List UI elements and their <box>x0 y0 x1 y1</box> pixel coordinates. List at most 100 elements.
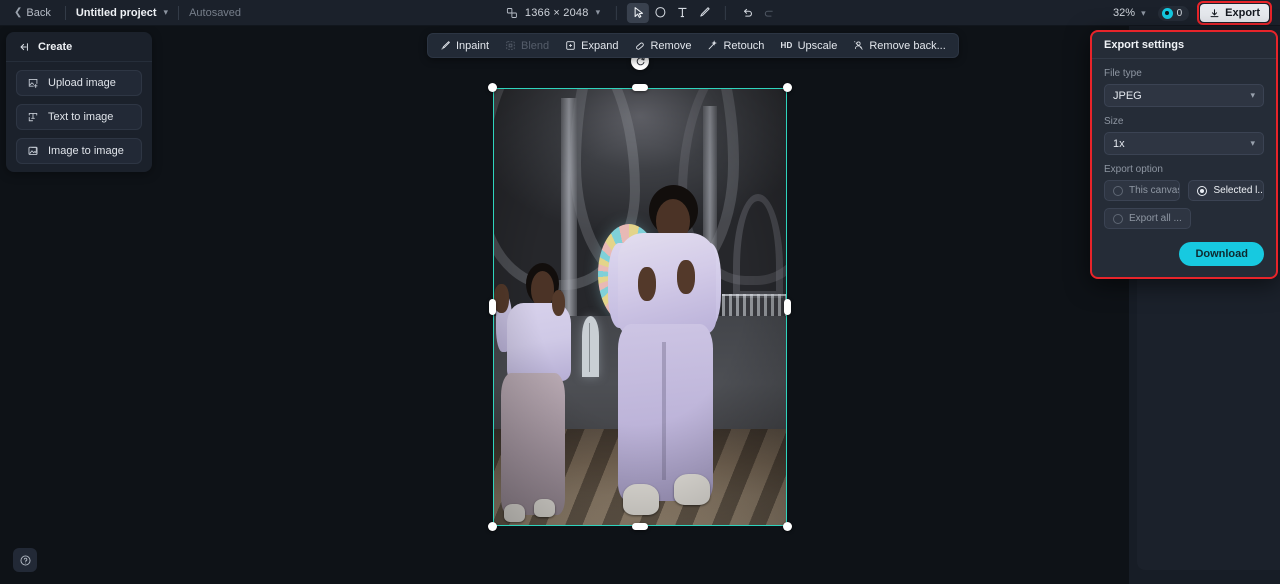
resize-handle-top-right[interactable] <box>783 83 792 92</box>
create-panel-title: Create <box>38 40 73 53</box>
topbar-right-group: 32% ▾ 0 Export <box>1107 0 1272 26</box>
image-editor-app: ❮ Back Untitled project ▾ Autosaved 1366… <box>0 0 1280 584</box>
shoe <box>673 473 710 505</box>
remove-button[interactable]: Remove <box>627 37 698 55</box>
torso <box>618 232 717 335</box>
resize-handle-right[interactable] <box>784 299 791 315</box>
download-icon <box>1209 8 1220 19</box>
remove-background-button[interactable]: Remove back... <box>846 37 952 55</box>
eraser-icon <box>634 40 645 51</box>
shoe <box>503 504 525 523</box>
expand-button[interactable]: Expand <box>558 37 625 55</box>
file-type-select[interactable]: JPEG ▾ <box>1104 84 1264 107</box>
export-settings-header: Export settings <box>1092 32 1276 59</box>
chevron-down-icon: ▾ <box>1250 90 1255 100</box>
radio-icon <box>1113 213 1123 224</box>
canvas-area[interactable]: Inpaint Blend Expand Remove Retouch HD U… <box>0 26 1280 584</box>
this-canvas-label: This canvas <box>1129 185 1181 196</box>
top-toolbar: ❮ Back Untitled project ▾ Autosaved 1366… <box>0 0 1280 26</box>
file-type-value: JPEG <box>1113 89 1142 102</box>
hand <box>676 259 695 294</box>
export-option-export-all[interactable]: Export all ... <box>1104 208 1191 229</box>
help-button[interactable] <box>13 548 37 572</box>
resize-handle-bottom-right[interactable] <box>783 522 792 531</box>
credit-coin-icon <box>1161 7 1173 19</box>
canvas-size-selector[interactable]: 1366 × 2048 ▾ <box>500 7 606 19</box>
resize-handle-top[interactable] <box>632 84 648 91</box>
export-settings-body: File type JPEG ▾ Size 1x ▾ Export option… <box>1092 59 1276 277</box>
export-button-highlight: Export <box>1197 1 1272 25</box>
back-button[interactable]: ❮ Back <box>10 5 55 21</box>
export-button[interactable]: Export <box>1200 4 1269 22</box>
credits-badge[interactable]: 0 <box>1157 5 1190 21</box>
collapse-panel-icon[interactable] <box>18 41 30 53</box>
inpaint-button[interactable]: Inpaint <box>433 37 496 55</box>
size-value: 1x <box>1113 137 1125 150</box>
resize-handle-bottom-left[interactable] <box>488 522 497 531</box>
export-settings-popover: Export settings File type JPEG ▾ Size 1x… <box>1090 30 1278 279</box>
chevron-down-icon[interactable]: ▾ <box>164 7 169 18</box>
size-select[interactable]: 1x ▾ <box>1104 132 1264 155</box>
create-panel-items: Upload image Text to image Image to imag… <box>6 62 152 164</box>
canvas-size-icon <box>506 7 518 19</box>
hand <box>494 284 509 314</box>
chevron-down-icon[interactable]: ▾ <box>596 7 601 18</box>
divider <box>725 5 727 20</box>
download-button[interactable]: Download <box>1179 242 1264 266</box>
canvas-edit-toolbar: Inpaint Blend Expand Remove Retouch HD U… <box>427 33 959 58</box>
canvas-dimensions-label: 1366 × 2048 <box>524 6 589 19</box>
radio-icon-selected <box>1197 185 1208 196</box>
selected-image-transform[interactable] <box>488 52 792 531</box>
redo-button[interactable] <box>758 3 780 23</box>
create-panel: Create Upload image Text to image Image … <box>6 32 152 172</box>
export-option-row-1: This canvas Selected l... <box>1104 180 1264 201</box>
export-all-label: Export all ... <box>1129 213 1182 224</box>
export-option-this-canvas[interactable]: This canvas <box>1104 180 1181 201</box>
dancer-figure-right <box>605 184 769 525</box>
selected-image[interactable] <box>493 88 787 526</box>
upscale-label: Upscale <box>797 39 838 52</box>
size-label: Size <box>1104 116 1124 127</box>
selected-layer-label: Selected l... <box>1213 185 1264 196</box>
upscale-button[interactable]: HD Upscale <box>773 37 844 55</box>
blend-icon <box>505 40 516 51</box>
export-option-selected-layer[interactable]: Selected l... <box>1188 180 1264 201</box>
topbar-center-tools: 1366 × 2048 ▾ <box>500 0 780 26</box>
zoom-selector[interactable]: 32% ▾ <box>1107 7 1152 19</box>
shoe <box>622 484 659 515</box>
retouch-wand-icon <box>707 40 718 51</box>
blend-button[interactable]: Blend <box>498 37 556 55</box>
divider <box>64 5 66 20</box>
divider <box>178 5 180 20</box>
dancer-figure-left <box>494 263 617 525</box>
image-to-image-button[interactable]: Image to image <box>16 138 142 164</box>
resize-handle-bottom[interactable] <box>632 523 648 530</box>
inpaint-label: Inpaint <box>456 39 490 52</box>
hand <box>637 266 656 301</box>
hand <box>551 289 566 316</box>
brush-tool-button[interactable] <box>693 3 715 23</box>
export-option-row-2: Export all ... <box>1104 208 1264 229</box>
resize-handle-left[interactable] <box>489 299 496 315</box>
shoe <box>534 498 556 518</box>
chevron-down-icon[interactable]: ▾ <box>1141 8 1146 19</box>
undo-button[interactable] <box>736 3 758 23</box>
divider <box>616 5 618 20</box>
resize-handle-top-left[interactable] <box>488 83 497 92</box>
upload-image-button[interactable]: Upload image <box>16 70 142 96</box>
retouch-button[interactable]: Retouch <box>700 37 771 55</box>
credits-count: 0 <box>1176 7 1183 19</box>
expand-icon <box>565 40 576 51</box>
shape-tool-button[interactable] <box>649 3 671 23</box>
text-to-image-button[interactable]: Text to image <box>16 104 142 130</box>
blend-label: Blend <box>521 39 550 52</box>
select-tool-button[interactable] <box>627 2 650 23</box>
project-name[interactable]: Untitled project <box>76 7 157 19</box>
text-tool-button[interactable] <box>671 3 693 23</box>
radio-icon <box>1113 185 1123 196</box>
export-button-label: Export <box>1225 7 1260 19</box>
topbar-left-group: ❮ Back Untitled project ▾ Autosaved <box>0 0 241 26</box>
upload-image-label: Upload image <box>48 77 116 89</box>
upload-image-icon <box>27 77 39 89</box>
download-row: Download <box>1104 242 1264 266</box>
